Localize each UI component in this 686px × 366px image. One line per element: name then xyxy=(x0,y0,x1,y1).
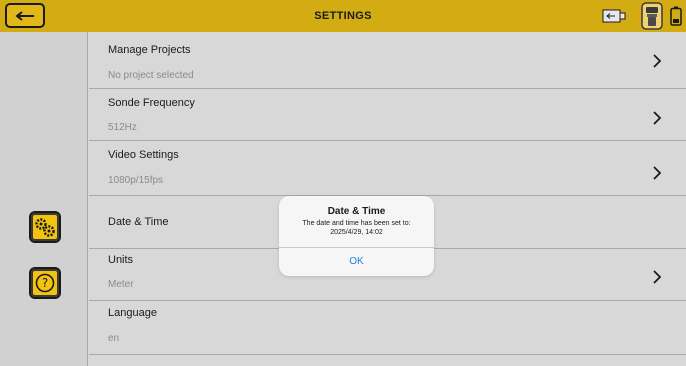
video-device-icon xyxy=(602,9,626,23)
locator-icon[interactable] xyxy=(641,2,663,30)
gears-icon xyxy=(35,218,55,237)
date-time-alert: Date & Time The date and time has been s… xyxy=(279,196,434,276)
row-title: Manage Projects xyxy=(108,44,191,56)
settings-row-manage-projects[interactable]: Manage Projects No project selected xyxy=(89,32,686,89)
alert-message-line: 2025/4/29, 14:02 xyxy=(330,229,383,236)
settings-gears-button[interactable] xyxy=(29,211,61,243)
settings-row-sonde-frequency[interactable]: Sonde Frequency 512Hz xyxy=(89,89,686,141)
settings-row-video-settings[interactable]: Video Settings 1080p/15fps xyxy=(89,141,686,196)
help-button[interactable]: ? xyxy=(29,267,61,299)
alert-message-line: The date and time has been set to: xyxy=(302,220,411,227)
top-bar: SETTINGS xyxy=(0,0,686,32)
row-title: Sonde Frequency xyxy=(108,97,195,109)
ok-button[interactable]: OK xyxy=(279,247,434,276)
row-title: Language xyxy=(108,307,157,319)
row-value: 512Hz xyxy=(108,122,137,133)
row-value: 1080p/15fps xyxy=(108,175,164,186)
question-icon: ? xyxy=(35,273,55,293)
row-title: Date & Time xyxy=(108,216,169,228)
sidebar: ? xyxy=(0,32,88,366)
back-arrow-icon xyxy=(15,10,34,21)
alert-title: Date & Time xyxy=(327,206,386,217)
row-title: Video Settings xyxy=(108,149,179,161)
row-value: Meter xyxy=(108,279,134,290)
chevron-right-icon xyxy=(653,111,662,125)
chevron-right-icon xyxy=(653,54,662,68)
settings-list: Manage Projects No project selected Sond… xyxy=(89,32,686,355)
alert-message: The date and time has been set to: 2025/… xyxy=(285,219,428,237)
row-value: en xyxy=(108,333,120,344)
back-button[interactable] xyxy=(5,3,45,28)
chevron-right-icon xyxy=(653,270,662,284)
svg-text:?: ? xyxy=(42,276,48,290)
chevron-right-icon xyxy=(653,166,662,180)
row-title: Units xyxy=(108,254,134,266)
row-value: No project selected xyxy=(108,70,194,81)
settings-row-language[interactable]: Language en xyxy=(89,301,686,355)
page-title: SETTINGS xyxy=(314,10,372,22)
battery-icon xyxy=(670,6,682,26)
